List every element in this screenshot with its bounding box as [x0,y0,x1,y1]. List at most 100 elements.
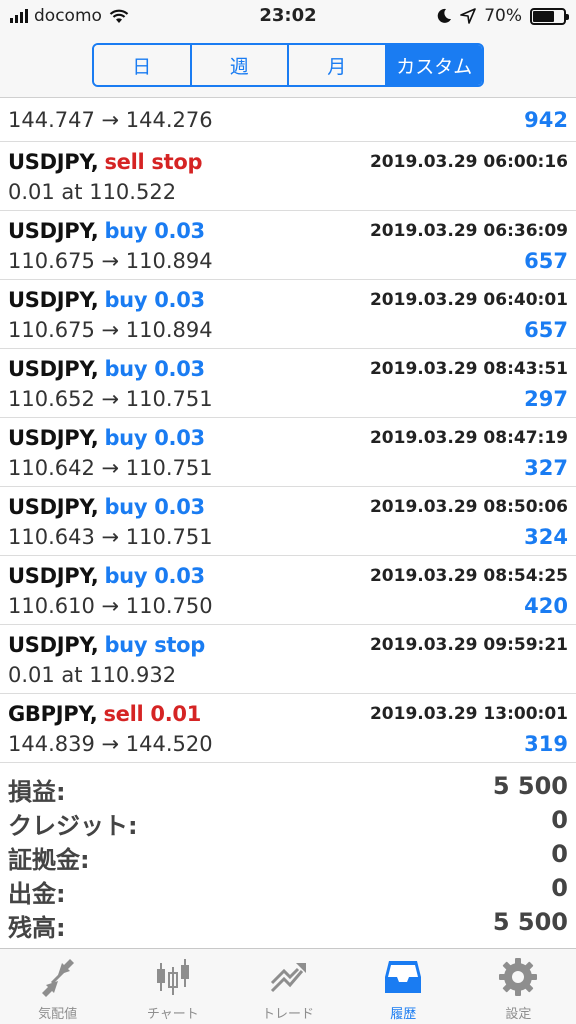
deal-time: 2019.03.29 08:50:06 [369,497,568,517]
list-item[interactable]: GBPJPY, sell 0.01 2019.03.29 13:00:01 144.8… [0,694,576,763]
deal-separator: , [90,564,99,588]
list-item[interactable]: USDJPY, buy 0.03 2019.03.29 08:54:25 110.61… [0,556,576,625]
summary-value: 0 [551,874,568,902]
deal-profit: 942 [524,108,568,132]
account-summary: 損益: 5 500 クレジット: 0 証拠金: 0 出金: 0 残高: 5 50… [0,770,576,942]
deal-title: USDJPY, buy 0.03 [8,219,205,243]
summary-value: 0 [551,840,568,868]
deal-action: buy 0.03 [104,219,205,243]
segment-day[interactable]: 日 [94,45,192,85]
summary-label: 証拠金: [8,846,90,874]
header-bar: 日 週 月 カスタム [0,34,576,98]
deal-separator: , [90,633,99,657]
deal-title: USDJPY, buy 0.03 [8,564,205,588]
deal-separator: , [90,426,99,450]
deal-action: buy 0.03 [104,357,205,381]
tab-chart[interactable]: チャート [115,949,230,1024]
candlestick-chart-icon [156,959,189,995]
deal-separator: , [90,357,99,381]
list-item[interactable]: USDJPY, buy 0.03 2019.03.29 08:50:06 110.64… [0,487,576,556]
deal-title: USDJPY, buy 0.03 [8,288,205,312]
deal-profit: 657 [524,249,568,273]
summary-deposit: 証拠金: 0 [0,838,576,874]
deal-symbol: USDJPY [8,150,91,174]
summary-label: 残高: [8,914,66,942]
summary-profit: 損益: 5 500 [0,770,576,806]
deal-time: 2019.03.29 06:40:01 [369,290,568,310]
deal-separator: , [90,288,99,312]
deal-symbol: USDJPY [8,564,91,588]
tab-label: トレード [262,1007,315,1022]
summary-balance: 残高: 5 500 [0,906,576,942]
segment-month[interactable]: 月 [289,45,387,85]
bottom-tab-bar: 気配値 チャート トレード 履歴 設定 [0,948,576,1024]
deal-profit: 420 [524,594,568,618]
deal-separator: , [90,150,99,174]
deal-time: 2019.03.29 13:00:01 [369,704,568,724]
deal-title: USDJPY, buy stop [8,633,205,657]
summary-credit: クレジット: 0 [0,804,576,840]
list-item[interactable]: 144.747 → 144.276 942 [0,98,576,142]
deal-profit: 297 [524,387,568,411]
battery-percent: 70% [484,6,522,26]
trade-icon [270,963,306,993]
history-list[interactable]: 144.747 → 144.276 942 USDJPY, sell stop 20… [0,98,576,766]
deal-title: USDJPY, buy 0.03 [8,357,205,381]
deal-detail: 0.01 at 110.932 [8,663,177,687]
tab-label: 履歴 [390,1007,417,1022]
status-bar: docomo 23:02 70% [0,0,576,34]
summary-value: 5 500 [492,908,568,936]
deal-action: sell 0.01 [103,702,202,726]
deal-action: buy 0.03 [104,564,205,588]
deal-symbol: USDJPY [8,633,91,657]
deal-separator: , [90,495,99,519]
segment-custom[interactable]: カスタム [386,45,482,85]
gear-icon [499,958,538,996]
tab-label: 設定 [505,1007,532,1022]
tab-label: チャート [146,1007,199,1022]
deal-title: USDJPY, sell stop [8,150,202,174]
summary-value: 0 [551,806,568,834]
deal-detail: 110.652 → 110.751 [8,387,213,411]
segment-week[interactable]: 週 [191,45,289,85]
deal-symbol: USDJPY [8,219,91,243]
list-item[interactable]: USDJPY, buy stop 2019.03.29 09:59:21 0.01 a… [0,625,576,694]
list-item[interactable]: USDJPY, sell stop 2019.03.29 06:00:16 0.01 … [0,142,576,211]
deal-title: USDJPY, buy 0.03 [8,426,205,450]
status-right: 70% [436,6,569,26]
deal-time: 2019.03.29 06:36:09 [369,221,568,241]
deal-symbol: USDJPY [8,495,91,519]
deal-time: 2019.03.29 08:54:25 [369,566,568,586]
deal-action: sell stop [104,150,203,174]
location-arrow-icon [460,8,477,24]
summary-value: 5 500 [492,772,568,800]
deal-profit: 327 [524,456,568,480]
list-item[interactable]: USDJPY, buy 0.03 2019.03.29 08:47:19 110.64… [0,418,576,487]
summary-label: 出金: [8,880,66,908]
deal-prices: 144.747 → 144.276 [8,108,213,132]
list-item[interactable]: USDJPY, buy 0.03 2019.03.29 06:36:09 110.67… [0,211,576,280]
deal-action: buy 0.03 [104,288,205,312]
deal-detail: 110.642 → 110.751 [8,456,213,480]
deal-symbol: USDJPY [8,357,91,381]
deal-profit: 657 [524,318,568,342]
tab-history[interactable]: 履歴 [346,949,461,1024]
deal-action: buy stop [104,633,206,657]
deal-time: 2019.03.29 06:00:16 [369,152,568,172]
summary-label: 損益: [8,778,66,806]
tab-trade[interactable]: トレード [230,949,345,1024]
history-inbox-icon [385,961,422,993]
tab-settings[interactable]: 設定 [461,949,576,1024]
list-item[interactable]: USDJPY, buy 0.03 2019.03.29 08:43:51 110.65… [0,349,576,418]
list-item[interactable]: USDJPY, buy 0.03 2019.03.29 06:40:01 110.67… [0,280,576,349]
tab-quotes[interactable]: 気配値 [0,949,115,1024]
deal-symbol: USDJPY [8,426,91,450]
battery-fill [533,10,554,22]
tab-label: 気配値 [38,1007,78,1022]
deal-time: 2019.03.29 08:47:19 [369,428,568,448]
deal-symbol: GBPJPY [8,702,90,726]
deal-profit: 324 [524,525,568,549]
deal-time: 2019.03.29 08:43:51 [369,359,568,379]
deal-detail: 110.675 → 110.894 [8,249,213,273]
period-segmented-control: 日 週 月 カスタム [92,43,484,87]
